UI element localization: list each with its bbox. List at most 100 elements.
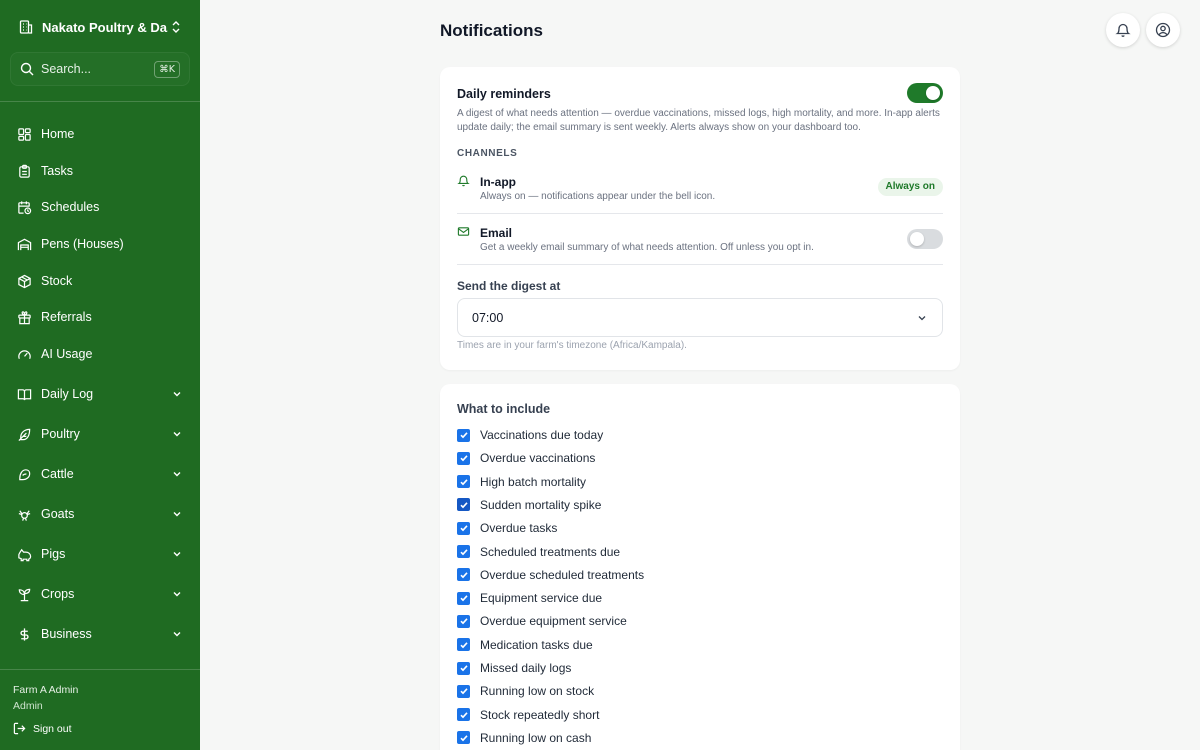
sidebar-item-schedules[interactable]: Schedules <box>8 192 192 222</box>
include-option-label: Sudden mortality spike <box>480 497 602 512</box>
channels-heading: CHANNELS <box>457 148 518 159</box>
send-time-label: Send the digest at <box>457 279 561 293</box>
channel-description: Always on — notifications appear under t… <box>480 191 716 202</box>
include-option[interactable]: Running low on stock <box>457 682 594 700</box>
search-placeholder: Search... <box>41 62 92 76</box>
sidebar-item-home[interactable]: Home <box>8 119 192 149</box>
checkbox[interactable] <box>457 638 470 652</box>
farm-switcher[interactable]: Nakato Poultry & Da... <box>10 10 190 44</box>
check-icon <box>459 572 468 579</box>
include-option-label: Missed daily logs <box>480 661 572 675</box>
include-option[interactable]: Sudden mortality spike <box>457 496 601 514</box>
building-icon <box>19 20 33 34</box>
include-option[interactable]: Vaccinations due today <box>457 426 603 444</box>
user-name: Farm A Admin <box>13 684 79 696</box>
sidebar-item-referrals[interactable]: Referrals <box>8 302 192 332</box>
include-option-label: Overdue tasks <box>480 521 558 536</box>
check-icon <box>459 735 468 742</box>
chevron-down-icon <box>173 552 181 557</box>
send-time-select[interactable]: 07:00 <box>457 298 943 337</box>
sign-out-button[interactable]: Sign out <box>13 722 72 735</box>
checkbox[interactable] <box>457 545 470 558</box>
sidebar-group-pigs[interactable]: Pigs <box>8 539 192 569</box>
include-option-label: Medication tasks due <box>480 637 593 652</box>
channel-email: Email Get a weekly email summary of what… <box>457 219 943 263</box>
chevron-down-icon <box>918 315 926 320</box>
sidebar-item-stock[interactable]: Stock <box>8 266 192 296</box>
sidebar-item-tasks[interactable]: Tasks <box>8 156 192 186</box>
checkbox[interactable] <box>457 498 470 512</box>
sidebar-group-goats[interactable]: Goats <box>8 499 192 529</box>
checkbox[interactable] <box>457 451 470 465</box>
check-icon <box>459 548 468 555</box>
sidebar-group-cattle[interactable]: Cattle <box>8 459 192 489</box>
include-option[interactable]: Overdue equipment service <box>457 612 627 630</box>
check-icon <box>459 665 468 672</box>
checkbox[interactable] <box>457 661 470 675</box>
include-option-label: Stock repeatedly short <box>480 707 600 722</box>
include-option[interactable]: Running low on cash <box>457 729 591 747</box>
cattle-icon <box>19 468 31 480</box>
feather-icon <box>18 428 31 441</box>
sprout-icon <box>18 588 31 601</box>
include-option[interactable]: Medication tasks due <box>457 636 593 654</box>
channel-name: In-app <box>480 175 516 189</box>
sidebar-item-ai-usage[interactable]: AI Usage <box>8 339 192 369</box>
sidebar-group-crops[interactable]: Crops <box>8 579 192 609</box>
farm-name: Nakato Poultry & Da... <box>42 19 168 35</box>
check-icon <box>459 711 468 718</box>
include-option[interactable]: High batch mortality <box>457 473 586 491</box>
include-option-label: Vaccinations due today <box>480 428 604 442</box>
sidebar-item-pens[interactable]: Pens (Houses) <box>8 229 192 259</box>
checkbox[interactable] <box>457 731 470 745</box>
account-button[interactable] <box>1146 13 1180 47</box>
include-option-label: Scheduled treatments due <box>480 544 621 559</box>
checkbox[interactable] <box>457 591 470 605</box>
channel-name: Email <box>480 226 513 240</box>
book-icon <box>17 388 32 400</box>
checkbox[interactable] <box>457 708 470 722</box>
search-box[interactable]: Search... ⌘K <box>10 52 190 86</box>
notifications-button[interactable] <box>1106 13 1140 47</box>
check-icon <box>459 595 468 602</box>
sidebar: Nakato Poultry & Da... Search... ⌘K Home… <box>0 0 200 750</box>
include-option[interactable]: Scheduled treatments due <box>457 543 620 561</box>
goat-icon <box>18 509 31 521</box>
include-option[interactable]: Overdue scheduled treatments <box>457 566 644 584</box>
include-option-label: Running low on cash <box>480 730 592 745</box>
channel-in-app: In-app Always on — notifications appear … <box>457 168 943 212</box>
include-option[interactable]: Stock repeatedly short <box>457 706 599 724</box>
checkbox[interactable] <box>457 568 470 582</box>
channel-divider <box>457 264 943 265</box>
sidebar-group-daily-log[interactable]: Daily Log <box>8 379 192 409</box>
grid-icon <box>18 127 31 141</box>
chevron-down-icon <box>173 472 181 477</box>
bell-icon <box>1115 23 1131 37</box>
sidebar-group-poultry[interactable]: Poultry <box>8 419 192 449</box>
channel-divider <box>457 213 943 214</box>
check-icon <box>459 455 468 462</box>
always-on-badge: Always on <box>877 178 943 196</box>
gift-icon <box>18 310 31 324</box>
search-shortcut: ⌘K <box>154 60 180 78</box>
checkbox[interactable] <box>457 521 470 535</box>
dollar-icon <box>20 627 29 641</box>
checkbox[interactable] <box>457 428 470 442</box>
checkbox[interactable] <box>457 614 470 628</box>
checkbox[interactable] <box>457 684 470 698</box>
daily-reminders-card: Daily reminders A digest of what needs a… <box>440 67 960 370</box>
warehouse-icon <box>17 238 32 250</box>
user-circle-icon <box>1155 22 1171 38</box>
sidebar-group-business[interactable]: Business <box>8 619 192 649</box>
include-option[interactable]: Overdue tasks <box>457 519 557 537</box>
daily-reminders-toggle[interactable] <box>907 83 943 103</box>
gauge-icon <box>18 349 31 359</box>
checkbox[interactable] <box>457 475 470 489</box>
clipboard-icon <box>19 164 30 178</box>
chevron-down-icon <box>173 512 181 517</box>
email-toggle[interactable] <box>907 229 943 249</box>
chevron-down-icon <box>173 592 181 597</box>
include-option[interactable]: Overdue vaccinations <box>457 449 595 467</box>
include-option[interactable]: Equipment service due <box>457 589 602 607</box>
include-option[interactable]: Missed daily logs <box>457 659 571 677</box>
